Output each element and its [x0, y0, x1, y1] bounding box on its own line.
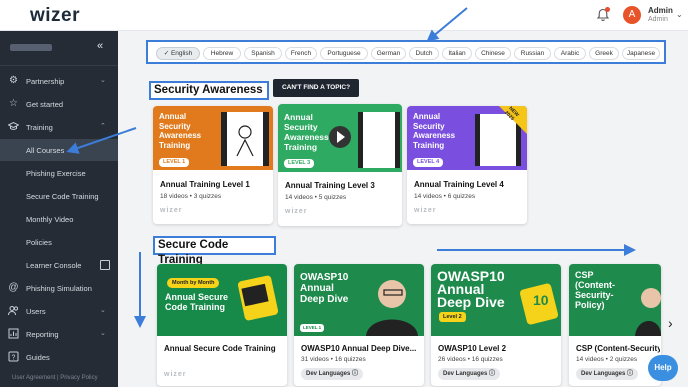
course-title: CSP (Content-Security- [576, 344, 660, 353]
thumbnail-title: Annual Security Awareness Training [284, 112, 329, 152]
course-meta: 14 videos • 5 quizzes [285, 194, 347, 201]
language-chip-russian[interactable]: Russian [514, 47, 551, 60]
language-chip-french[interactable]: French [285, 47, 317, 60]
language-chip-italian[interactable]: Italian [442, 47, 472, 60]
language-label: French [290, 50, 312, 57]
course-meta: 31 videos • 16 quizzes [301, 356, 366, 363]
course-card[interactable]: NEW 2025 Annual Security Awareness Train… [407, 106, 527, 224]
language-label: Russian [520, 50, 545, 57]
wizer-brand: wizer [285, 208, 308, 215]
language-chip-chinese[interactable]: Chinese [475, 47, 511, 60]
language-chip-portuguese[interactable]: Portuguese [320, 47, 368, 60]
language-chip-dutch[interactable]: Dutch [409, 47, 439, 60]
month-by-month-pill: Month by Month [167, 278, 220, 288]
language-label: Portuguese [327, 50, 361, 57]
chevron-right-icon[interactable]: › [668, 315, 673, 331]
thumbnail-title: Annual Security Awareness Training [159, 112, 202, 150]
language-chip-english[interactable]: ✓ English [156, 47, 200, 60]
language-chip-arabic[interactable]: Arabic [554, 47, 586, 60]
language-label: Japanese [626, 50, 656, 57]
dev-languages-tag[interactable]: Dev Languages ⓘ [576, 368, 639, 380]
language-label: English [170, 50, 193, 57]
level-badge: LEVEL 4 [413, 158, 444, 167]
course-title: Annual Training Level 1 [160, 180, 250, 189]
language-chip-hebrew[interactable]: Hebrew [203, 47, 241, 60]
thumbnail-title: Annual Secure Code Training [165, 292, 229, 312]
wizer-brand: wizer [160, 207, 183, 214]
course-meta: 14 videos • 2 quizzes [576, 356, 638, 363]
course-card[interactable]: Annual Security Awareness Training LEVEL… [153, 106, 273, 224]
section-heading-secure-code-training: Secure Code Training [153, 236, 276, 266]
course-meta: 18 videos • 3 quizzes [160, 193, 222, 200]
check-icon: ✓ [163, 50, 170, 57]
language-chip-german[interactable]: German [371, 47, 406, 60]
course-card[interactable]: OWASP10 Annual Deep Dive LEVEL 1 OWASP10… [294, 264, 424, 386]
thumbnail-title: OWASP10 Annual Deep Dive [300, 272, 349, 305]
thumbnail-title: OWASP10 Annual Deep Dive [437, 268, 505, 310]
level-badge: LEVEL 3 [284, 159, 315, 168]
language-label: Dutch [415, 50, 433, 57]
language-label: Spanish [251, 50, 275, 57]
thumbnail-title: Annual Security Awareness Training [413, 112, 456, 150]
course-title: OWASP10 Level 2 [438, 344, 507, 353]
thumbnail-title: CSP (Content-Security-Policy) [575, 270, 615, 310]
language-label: Chinese [481, 50, 505, 57]
course-card[interactable]: Month by Month Annual Secure Code Traini… [157, 264, 287, 386]
section-heading-security-awareness: Security Awareness [149, 81, 269, 100]
language-label: German [376, 50, 401, 57]
course-title: Annual Secure Code Training [164, 344, 276, 353]
language-chip-spanish[interactable]: Spanish [244, 47, 282, 60]
course-title: Annual Training Level 3 [285, 181, 375, 190]
cant-find-topic-button[interactable]: CAN'T FIND A TOPIC? [273, 79, 359, 97]
help-button[interactable]: Help [648, 355, 678, 381]
language-filter-bar: ✓ English Hebrew Spanish French Portugue… [146, 40, 666, 64]
dev-languages-tag[interactable]: Dev Languages ⓘ [438, 368, 501, 380]
wizer-brand: wizer [414, 207, 437, 214]
language-chip-japanese[interactable]: Japanese [622, 47, 660, 60]
language-chip-greek[interactable]: Greek [589, 47, 619, 60]
language-label: Italian [448, 50, 466, 57]
course-meta: 14 videos • 6 quizzes [414, 193, 476, 200]
wizer-brand: wizer [164, 371, 187, 378]
owasp-10-badge: 10 [533, 292, 549, 308]
language-label: Greek [595, 50, 613, 57]
dev-languages-tag[interactable]: Dev Languages ⓘ [301, 368, 364, 380]
level-badge: LEVEL 1 [300, 324, 325, 332]
language-label: Hebrew [210, 50, 234, 57]
language-label: Arabic [560, 50, 580, 57]
course-card[interactable]: 10 OWASP10 Annual Deep Dive Level 2 OWAS… [431, 264, 561, 386]
course-card[interactable]: Annual Security Awareness Training LEVEL… [278, 104, 402, 226]
level-badge: LEVEL 1 [159, 158, 190, 167]
course-title: OWASP10 Annual Deep Dive... [301, 344, 417, 353]
level-badge: Level 2 [439, 312, 466, 322]
course-meta: 26 videos • 16 quizzes [438, 356, 503, 363]
course-title: Annual Training Level 4 [414, 180, 504, 189]
